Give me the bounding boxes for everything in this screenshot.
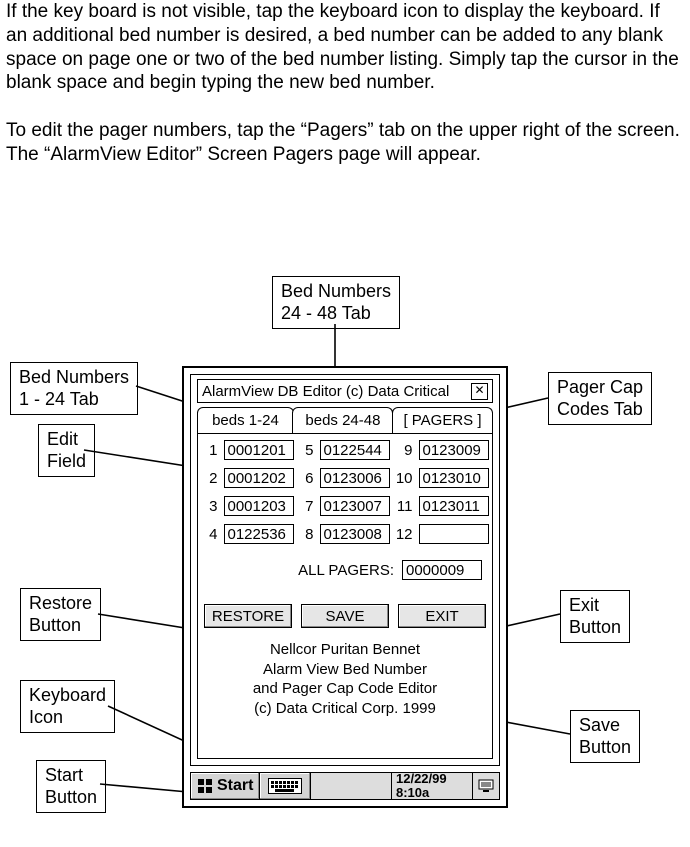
footer-text: Nellcor Puritan Bennet Alarm View Bed Nu… xyxy=(202,640,488,718)
callout-exit-button: Exit Button xyxy=(560,590,630,643)
taskbar-time: 8:10a xyxy=(396,786,468,800)
pager-field-4[interactable]: 0122536 xyxy=(224,524,294,544)
windows-icon xyxy=(197,778,213,794)
tray-desktop-button[interactable] xyxy=(472,773,499,799)
save-button[interactable]: SAVE xyxy=(301,604,389,628)
pager-number-label: 9 xyxy=(394,442,415,459)
pager-number-label: 11 xyxy=(394,498,415,515)
tab-beds-24-48[interactable]: beds 24-48 xyxy=(292,407,393,433)
footer-line-2: Alarm View Bed Number xyxy=(202,660,488,680)
all-pagers-label: ALL PAGERS: xyxy=(298,562,394,579)
tab-content-pagers: 1 0001201 5 0122544 9 0123009 2 0001202 … xyxy=(197,433,493,759)
pager-field-7[interactable]: 0123007 xyxy=(320,496,390,516)
pda-device: AlarmView DB Editor (c) Data Critical ✕ … xyxy=(182,366,508,808)
exit-button[interactable]: EXIT xyxy=(398,604,486,628)
page: If the key board is not visible, tap the… xyxy=(0,0,690,847)
button-row: RESTORE SAVE EXIT xyxy=(202,604,488,628)
callout-restore-button: Restore Button xyxy=(20,588,101,641)
intro-paragraph-2: To edit the pager numbers, tap the “Page… xyxy=(6,119,686,167)
pager-number-label: 7 xyxy=(298,498,316,515)
pager-field-1[interactable]: 0001201 xyxy=(224,440,294,460)
footer-line-1: Nellcor Puritan Bennet xyxy=(202,640,488,660)
callout-start-button: Start Button xyxy=(36,760,106,813)
pager-number-label: 12 xyxy=(394,526,415,543)
all-pagers-field[interactable]: 0000009 xyxy=(402,560,482,580)
pager-field-8[interactable]: 0123008 xyxy=(320,524,390,544)
intro-text: If the key board is not visible, tap the… xyxy=(6,0,686,191)
pager-field-11[interactable]: 0123011 xyxy=(419,496,489,516)
pda-screen: AlarmView DB Editor (c) Data Critical ✕ … xyxy=(190,374,500,766)
callout-beds-24-48-tab: Bed Numbers 24 - 48 Tab xyxy=(272,276,400,329)
taskbar-clock: 12/22/99 8:10a xyxy=(391,773,472,799)
pager-field-2[interactable]: 0001202 xyxy=(224,468,294,488)
keyboard-icon xyxy=(268,778,302,794)
footer-line-3: and Pager Cap Code Editor xyxy=(202,679,488,699)
pager-number-label: 1 xyxy=(202,442,220,459)
pager-field-6[interactable]: 0123006 xyxy=(320,468,390,488)
tab-beds-1-24[interactable]: beds 1-24 xyxy=(197,407,294,433)
pager-grid: 1 0001201 5 0122544 9 0123009 2 0001202 … xyxy=(202,440,488,544)
footer-line-4: (c) Data Critical Corp. 1999 xyxy=(202,699,488,719)
pager-field-9[interactable]: 0123009 xyxy=(419,440,489,460)
pager-field-10[interactable]: 0123010 xyxy=(419,468,489,488)
desktop-icon xyxy=(478,779,494,793)
pager-field-5[interactable]: 0122544 xyxy=(320,440,390,460)
tab-bar: beds 1-24 beds 24-48 [ PAGERS ] xyxy=(197,407,493,433)
pager-number-label: 10 xyxy=(394,470,415,487)
pager-number-label: 6 xyxy=(298,470,316,487)
pager-number-label: 5 xyxy=(298,442,316,459)
start-button-label: Start xyxy=(217,777,253,795)
pager-number-label: 3 xyxy=(202,498,220,515)
intro-paragraph-1: If the key board is not visible, tap the… xyxy=(6,0,686,95)
callout-beds-1-24-tab: Bed Numbers 1 - 24 Tab xyxy=(10,362,138,415)
all-pagers-row: ALL PAGERS: 0000009 xyxy=(202,560,488,580)
taskbar: Start 12/22/99 8:10a xyxy=(190,772,500,800)
callout-pager-cap-codes-tab: Pager Cap Codes Tab xyxy=(548,372,652,425)
window-title: AlarmView DB Editor (c) Data Critical xyxy=(202,383,449,400)
restore-button[interactable]: RESTORE xyxy=(204,604,292,628)
keyboard-button[interactable] xyxy=(260,773,311,799)
start-button[interactable]: Start xyxy=(191,773,260,799)
callout-keyboard-icon: Keyboard Icon xyxy=(20,680,115,733)
tab-pagers[interactable]: [ PAGERS ] xyxy=(392,407,493,433)
taskbar-date: 12/22/99 xyxy=(396,772,468,786)
close-icon[interactable]: ✕ xyxy=(471,383,488,400)
pager-number-label: 2 xyxy=(202,470,220,487)
window-titlebar: AlarmView DB Editor (c) Data Critical ✕ xyxy=(197,379,493,403)
pager-field-3[interactable]: 0001203 xyxy=(224,496,294,516)
pager-number-label: 4 xyxy=(202,526,220,543)
callout-save-button: Save Button xyxy=(570,710,640,763)
pager-number-label: 8 xyxy=(298,526,316,543)
pager-field-12[interactable] xyxy=(419,524,489,544)
callout-edit-field: Edit Field xyxy=(38,424,95,477)
